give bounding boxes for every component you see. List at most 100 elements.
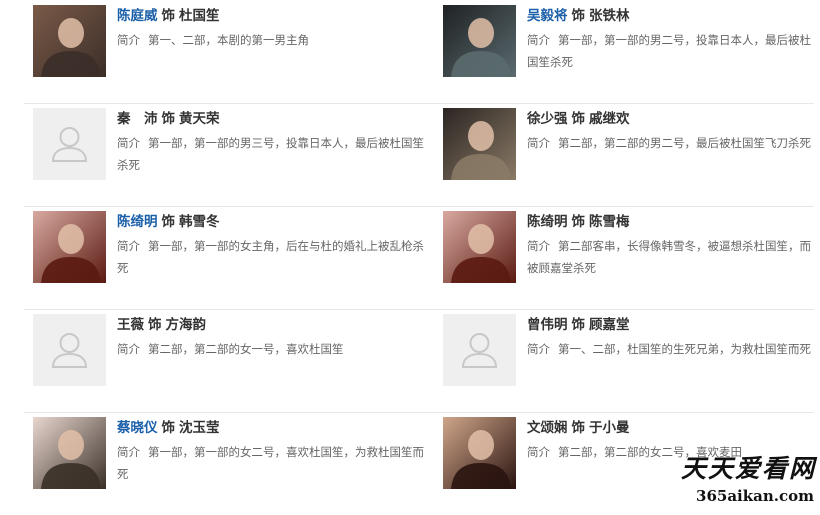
plays-label: 饰 [161, 8, 176, 24]
plays-label: 饰 [148, 317, 162, 333]
desc-text: 第二部，第二部的男二号，最后被杜国笙飞刀杀死 [558, 136, 811, 150]
role-name: 方海韵 [165, 317, 207, 333]
plays-label: 饰 [571, 317, 586, 333]
cast-row: 陈庭威饰杜国笙 简介 第一、二部，本剧的第一男主角 吴毅将饰张铁林 简介 第一部，第一部的… [24, 0, 814, 104]
desc-label: 简介 [527, 342, 550, 356]
plays-label: 饰 [161, 111, 176, 127]
cast-item: 秦 沛饰黄天荣简介 第一部，第一部的男三号，投靠日本人，最后被杜国笙杀死 [33, 103, 433, 206]
role-name: 陈雪梅 [589, 214, 630, 230]
site-watermark: 天天爱看网 365aikan.com [656, 449, 816, 505]
actor-photo[interactable] [443, 108, 516, 180]
desc-text: 第一部，第一部的男三号，投靠日本人，最后被杜国笙杀死 [117, 136, 424, 172]
role-name: 杜国笙 [179, 8, 220, 24]
desc-text: 第二部，第二部的女一号，喜欢杜国笙 [148, 342, 344, 356]
plays-label: 饰 [571, 111, 586, 127]
actor-name-link[interactable]: 陈绮明 [117, 214, 158, 230]
cast-row: 王薇饰方海韵 简介 第二部，第二部的女一号，喜欢杜国笙 曾伟明饰顾嘉堂 简介 第一、二部，… [24, 309, 814, 413]
cast-item: 蔡晓仪饰沈玉莹简介 第一部，第一部的女二号，喜欢杜国笙，为救杜国笙而死 [33, 412, 433, 515]
plays-label: 饰 [161, 420, 176, 436]
cast-info: 曾伟明饰顾嘉堂 简介 第一、二部，杜国笙的生死兄弟，为救杜国笙而死 [527, 315, 814, 360]
desc-text: 第一、二部，本剧的第一男主角 [148, 33, 309, 47]
actor-name-link: 秦 沛 [117, 111, 158, 127]
name-line: 文颂娴饰于小曼 [527, 418, 814, 438]
desc-label: 简介 [527, 239, 550, 253]
desc-label: 简介 [117, 136, 140, 150]
role-name: 戚继欢 [589, 111, 630, 127]
plays-label: 饰 [571, 420, 586, 436]
role-description: 简介 第一部，第一部的男三号，投靠日本人，最后被杜国笙杀死 [117, 132, 433, 176]
watermark-url: 365aikan.com [696, 487, 814, 505]
desc-text: 第一、二部，杜国笙的生死兄弟，为救杜国笙而死 [558, 342, 811, 356]
actor-photo[interactable] [33, 417, 106, 489]
actor-photo[interactable] [443, 5, 516, 77]
role-name: 沈玉莹 [179, 420, 220, 436]
cast-item: 徐少强饰戚继欢 简介 第二部，第二部的男二号，最后被杜国笙飞刀杀死 [443, 103, 814, 206]
name-line: 陈绮明饰陈雪梅 [527, 212, 814, 232]
cast-item: 曾伟明饰顾嘉堂 简介 第一、二部，杜国笙的生死兄弟，为救杜国笙而死 [443, 309, 814, 412]
name-line: 吴毅将饰张铁林 [527, 6, 814, 26]
cast-item: 王薇饰方海韵 简介 第二部，第二部的女一号，喜欢杜国笙 [33, 309, 433, 412]
actor-name-link[interactable]: 蔡晓仪 [117, 420, 158, 436]
cast-info: 徐少强饰戚继欢 简介 第二部，第二部的男二号，最后被杜国笙飞刀杀死 [527, 109, 814, 154]
role-description: 简介 第一部，第一部的男二号，投靠日本人，最后被杜国笙杀死 [527, 29, 814, 73]
desc-label: 简介 [117, 239, 140, 253]
plays-label: 饰 [571, 214, 586, 230]
role-name: 韩雪冬 [179, 214, 220, 230]
name-line: 王薇饰方海韵 [117, 315, 433, 335]
actor-photo[interactable] [33, 5, 106, 77]
actor-name-link[interactable]: 陈庭威 [117, 8, 158, 24]
cast-row: 秦 沛饰黄天荣 简介 第一部，第一部的男三号，投靠日本人，最后被杜国笙杀死 徐少强饰戚… [24, 103, 814, 207]
actor-name-link: 王薇 [117, 317, 144, 333]
desc-label: 简介 [117, 445, 140, 459]
role-name: 张铁林 [589, 8, 630, 24]
actor-photo[interactable] [33, 211, 106, 283]
avatar-placeholder-icon[interactable] [33, 108, 106, 180]
cast-item: 陈绮明饰陈雪梅简介 第二部客串，长得像韩雪冬，被逼想杀杜国笙，而被顾嘉堂杀死 [443, 206, 814, 309]
cast-info: 陈绮明饰韩雪冬简介 第一部，第一部的女主角，后在与杜的婚礼上被乱枪杀死 [117, 212, 433, 279]
actor-name-link[interactable]: 吴毅将 [527, 8, 568, 24]
cast-item: 陈绮明饰韩雪冬简介 第一部，第一部的女主角，后在与杜的婚礼上被乱枪杀死 [33, 206, 433, 309]
watermark-logo-text: 天天爱看网 [680, 454, 816, 483]
role-description: 简介 第一、二部，本剧的第一男主角 [117, 29, 433, 51]
role-description: 简介 第二部，第二部的男二号，最后被杜国笙飞刀杀死 [527, 132, 814, 154]
cast-item: 陈庭威饰杜国笙 简介 第一、二部，本剧的第一男主角 [33, 0, 433, 103]
role-description: 简介 第二部，第二部的女一号，喜欢杜国笙 [117, 338, 433, 360]
role-name: 顾嘉堂 [589, 317, 630, 333]
name-line: 徐少强饰戚继欢 [527, 109, 814, 129]
name-line: 陈绮明饰韩雪冬 [117, 212, 433, 232]
role-description: 简介 第二部客串，长得像韩雪冬，被逼想杀杜国笙，而被顾嘉堂杀死 [527, 235, 814, 279]
cast-info: 秦 沛饰黄天荣简介 第一部，第一部的男三号，投靠日本人，最后被杜国笙杀死 [117, 109, 433, 176]
desc-label: 简介 [527, 445, 550, 459]
role-description: 简介 第一、二部，杜国笙的生死兄弟，为救杜国笙而死 [527, 338, 814, 360]
desc-label: 简介 [527, 136, 550, 150]
avatar-placeholder-icon[interactable] [33, 314, 106, 386]
role-name: 于小曼 [589, 420, 630, 436]
plays-label: 饰 [571, 8, 586, 24]
actor-name-link: 徐少强 [527, 111, 568, 127]
plays-label: 饰 [161, 214, 176, 230]
cast-info: 王薇饰方海韵 简介 第二部，第二部的女一号，喜欢杜国笙 [117, 315, 433, 360]
cast-list: 陈庭威饰杜国笙 简介 第一、二部，本剧的第一男主角 吴毅将饰张铁林 简介 第一部，第一部的… [0, 0, 820, 507]
avatar-placeholder-icon[interactable] [443, 314, 516, 386]
cast-item: 吴毅将饰张铁林简介 第一部，第一部的男二号，投靠日本人，最后被杜国笙杀死 [443, 0, 814, 103]
actor-photo[interactable] [443, 417, 516, 489]
desc-text: 第一部，第一部的女二号，喜欢杜国笙，为救杜国笙而死 [117, 445, 424, 481]
name-line: 陈庭威饰杜国笙 [117, 6, 433, 26]
actor-name-link: 文颂娴 [527, 420, 568, 436]
cast-info: 陈庭威饰杜国笙 简介 第一、二部，本剧的第一男主角 [117, 6, 433, 51]
desc-text: 第一部，第一部的女主角，后在与杜的婚礼上被乱枪杀死 [117, 239, 424, 275]
actor-name-link: 曾伟明 [527, 317, 568, 333]
desc-label: 简介 [117, 33, 140, 47]
desc-text: 第二部客串，长得像韩雪冬，被逼想杀杜国笙，而被顾嘉堂杀死 [527, 239, 811, 275]
name-line: 曾伟明饰顾嘉堂 [527, 315, 814, 335]
role-description: 简介 第一部，第一部的女二号，喜欢杜国笙，为救杜国笙而死 [117, 441, 433, 485]
actor-photo[interactable] [443, 211, 516, 283]
cast-info: 陈绮明饰陈雪梅简介 第二部客串，长得像韩雪冬，被逼想杀杜国笙，而被顾嘉堂杀死 [527, 212, 814, 279]
role-description: 简介 第一部，第一部的女主角，后在与杜的婚礼上被乱枪杀死 [117, 235, 433, 279]
name-line: 秦 沛饰黄天荣 [117, 109, 433, 129]
cast-row: 陈绮明饰韩雪冬 简介 第一部，第一部的女主角，后在与杜的婚礼上被乱枪杀死 陈绮明饰陈雪… [24, 206, 814, 310]
desc-text: 第一部，第一部的男二号，投靠日本人，最后被杜国笙杀死 [527, 33, 811, 69]
role-name: 黄天荣 [179, 111, 220, 127]
cast-info: 吴毅将饰张铁林简介 第一部，第一部的男二号，投靠日本人，最后被杜国笙杀死 [527, 6, 814, 73]
name-line: 蔡晓仪饰沈玉莹 [117, 418, 433, 438]
